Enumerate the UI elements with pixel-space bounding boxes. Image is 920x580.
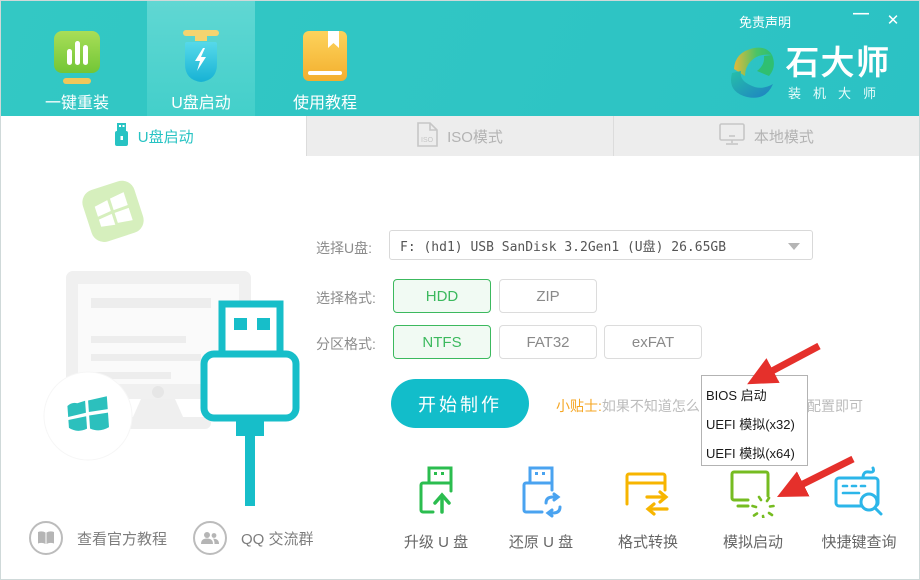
brand-logo: 石大师 装机大师: [722, 43, 891, 104]
tutorial-book-icon: [300, 29, 350, 85]
close-button[interactable]: ✕: [883, 11, 903, 29]
link-label: 查看官方教程: [77, 528, 167, 549]
iso-file-icon: ISO: [417, 122, 438, 151]
partition-select-label: 分区格式:: [316, 334, 376, 354]
nav-tile-label: 使用教程: [293, 89, 357, 113]
popup-item-uefi-x64[interactable]: UEFI 模拟(x64): [706, 438, 807, 467]
format-select-label: 选择格式:: [316, 288, 376, 308]
disclaimer-link[interactable]: 免责声明: [739, 12, 791, 31]
simulate-boot-icon: [728, 466, 778, 523]
tab-label: U盘启动: [138, 126, 194, 147]
format-convert-icon: [623, 466, 673, 523]
format-option-zip[interactable]: ZIP: [499, 279, 597, 313]
svg-text:ISO: ISO: [421, 137, 434, 144]
usb-upgrade-icon: [411, 466, 461, 523]
minimize-button[interactable]: —: [851, 5, 871, 23]
usb-boot-panel: 选择U盘: F: (hd1) USB SanDisk 3.2Gen1 (U盘) …: [1, 156, 919, 580]
tool-restore-usb[interactable]: 还原 U 盘: [486, 466, 596, 552]
reinstall-icon: [52, 29, 102, 85]
windows-flag-badge: [44, 372, 132, 460]
chevron-down-icon: [788, 243, 800, 250]
tool-label: 快捷键查询: [821, 531, 896, 552]
header: 一键重装 U盘启动: [1, 1, 919, 116]
popup-item-bios[interactable]: BIOS 启动: [706, 380, 807, 409]
tip-prefix: 小贴士:: [556, 398, 602, 414]
brand-subtitle: 装机大师: [786, 83, 891, 102]
partition-option-exfat[interactable]: exFAT: [604, 325, 702, 359]
tab-local-mode[interactable]: 本地模式: [614, 116, 919, 156]
monitor-icon: [719, 123, 745, 150]
tool-label: 模拟启动: [723, 531, 783, 552]
brand-swirl-icon: [722, 43, 776, 104]
tip-left-fragment: 如果不知道怎么: [602, 398, 700, 414]
link-label: QQ 交流群: [241, 528, 314, 549]
tool-format-convert[interactable]: 格式转换: [593, 466, 703, 552]
mode-tabbar: U盘启动 ISO ISO模式 本地模式: [1, 116, 919, 156]
tab-iso-mode[interactable]: ISO ISO模式: [307, 116, 613, 156]
popup-item-uefi-x32[interactable]: UEFI 模拟(x32): [706, 409, 807, 438]
format-option-hdd[interactable]: HDD: [393, 279, 491, 313]
tool-hotkey-lookup[interactable]: 快捷键查询: [804, 466, 914, 552]
start-create-button[interactable]: 开始制作: [391, 379, 529, 428]
tool-upgrade-usb[interactable]: 升级 U 盘: [381, 466, 491, 552]
usb-stick-icon: [114, 123, 129, 150]
book-icon: [29, 521, 63, 555]
nav-tile-usb-boot[interactable]: U盘启动: [147, 1, 255, 116]
nav-tile-label: U盘启动: [171, 89, 231, 113]
usb-select-label: 选择U盘:: [316, 238, 372, 258]
brand-name: 石大师: [786, 46, 891, 80]
tab-label: ISO模式: [447, 126, 503, 147]
partition-option-ntfs[interactable]: NTFS: [393, 325, 491, 359]
app-window: 一键重装 U盘启动: [0, 0, 920, 580]
usb-computer-illustration: [31, 176, 321, 506]
usb-drive-value: F: (hd1) USB SanDisk 3.2Gen1 (U盘) 26.65G…: [400, 236, 726, 255]
usb-boot-shield-icon: [175, 29, 227, 85]
people-icon: [193, 521, 227, 555]
tool-label: 升级 U 盘: [404, 531, 468, 552]
official-tutorial-link[interactable]: 查看官方教程: [29, 521, 167, 555]
tool-label: 还原 U 盘: [509, 531, 573, 552]
boot-mode-popup: BIOS 启动 UEFI 模拟(x32) UEFI 模拟(x64): [701, 375, 808, 466]
usb-drive-dropdown[interactable]: F: (hd1) USB SanDisk 3.2Gen1 (U盘) 26.65G…: [389, 230, 813, 260]
nav-tile-tutorial[interactable]: 使用教程: [271, 1, 379, 116]
nav-tile-reinstall[interactable]: 一键重装: [23, 1, 131, 116]
tip-text: 小贴士:如果不知道怎么: [556, 396, 700, 416]
windows-tile-icon: [79, 177, 147, 245]
keyboard-search-icon: [833, 466, 885, 523]
tool-label: 格式转换: [618, 531, 678, 552]
qq-group-link[interactable]: QQ 交流群: [193, 521, 314, 555]
tab-label: 本地模式: [754, 126, 814, 147]
tool-simulate-boot[interactable]: 模拟启动: [698, 466, 808, 552]
tip-right-fragment: 配置即可: [807, 396, 863, 416]
nav-tile-label: 一键重装: [45, 89, 109, 113]
usb-restore-icon: [516, 466, 566, 523]
partition-option-fat32[interactable]: FAT32: [499, 325, 597, 359]
tab-usb-boot[interactable]: U盘启动: [1, 116, 307, 156]
